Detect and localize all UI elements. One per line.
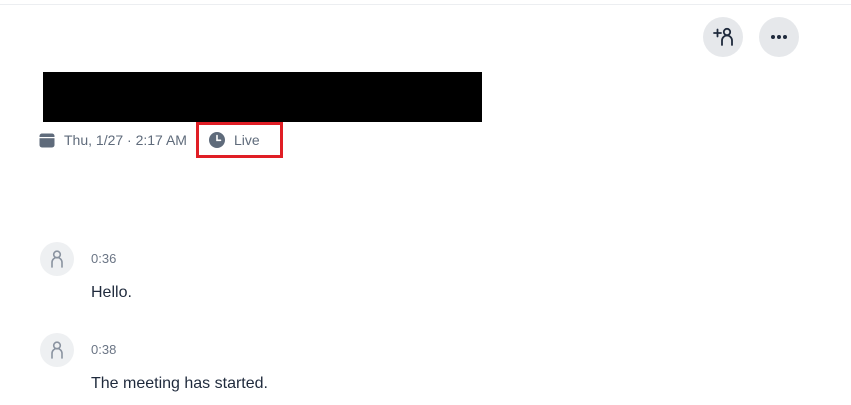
person-icon bbox=[51, 341, 63, 359]
meeting-page: Thu, 1/27 · 2:17 AM Live 0:36 Hello. 0:3… bbox=[0, 0, 851, 405]
transcript-timestamp: 0:36 bbox=[91, 251, 117, 266]
transcript-text: Hello. bbox=[91, 284, 132, 301]
transcript-text: The meeting has started. bbox=[91, 375, 268, 392]
redacted-meeting-title bbox=[43, 72, 482, 122]
add-person-icon bbox=[713, 27, 733, 46]
avatar bbox=[40, 242, 74, 276]
meeting-date: Thu, 1/27 · 2:17 AM bbox=[39, 132, 187, 148]
calendar-icon bbox=[39, 133, 55, 148]
meeting-meta: Thu, 1/27 · 2:17 AM bbox=[39, 129, 187, 151]
live-status-text: Live bbox=[234, 132, 260, 148]
top-divider bbox=[0, 4, 851, 5]
meeting-date-text: Thu, 1/27 · 2:17 AM bbox=[64, 132, 187, 148]
clock-icon bbox=[209, 132, 225, 148]
avatar bbox=[40, 333, 74, 367]
transcript-timestamp: 0:38 bbox=[91, 342, 117, 357]
live-status-badge[interactable]: Live bbox=[196, 122, 283, 158]
ellipsis-icon bbox=[771, 35, 787, 39]
more-options-button[interactable] bbox=[759, 17, 799, 57]
add-participant-button[interactable] bbox=[703, 17, 743, 57]
person-icon bbox=[51, 250, 63, 268]
